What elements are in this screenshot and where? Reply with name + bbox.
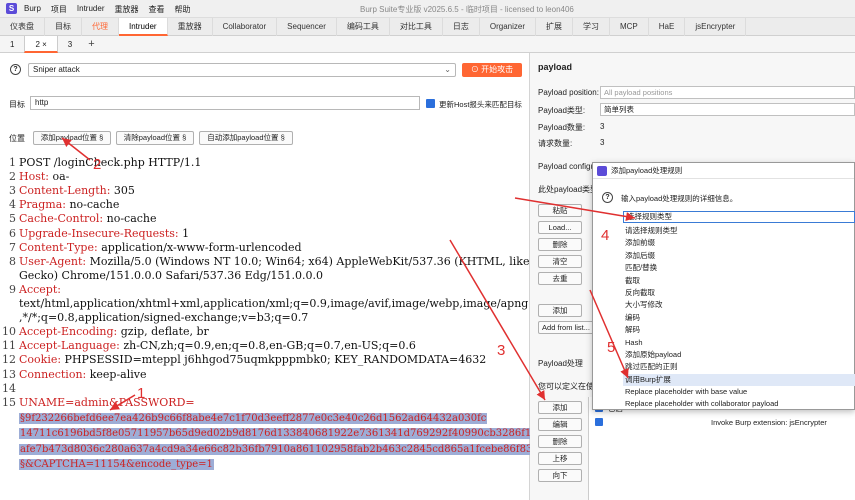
annotation-1: 1 — [137, 385, 146, 402]
arrow-3 — [449, 239, 546, 401]
annotation-5: 5 — [607, 339, 616, 356]
annotation-4: 4 — [601, 227, 610, 244]
annotation-2: 2 — [93, 156, 102, 173]
arrow-5 — [589, 289, 629, 379]
annotation-3: 3 — [497, 342, 506, 359]
arrow-1 — [109, 394, 136, 411]
annotation-arrows — [61, 137, 636, 411]
arrow-2 — [61, 137, 91, 161]
arrow-4 — [514, 197, 636, 221]
